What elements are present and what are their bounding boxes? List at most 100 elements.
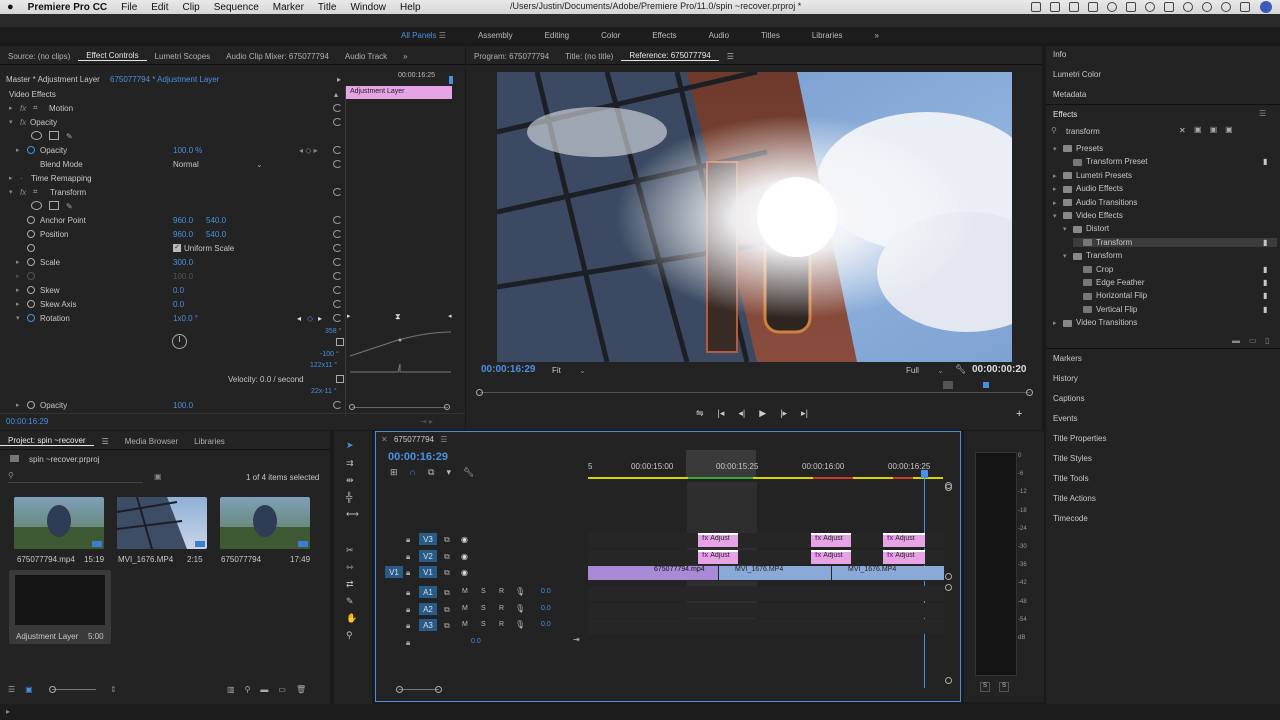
adjustment-layer-clip[interactable]: fx Adjust <box>883 550 925 564</box>
effects-tree-item[interactable]: Vertical Flip <box>1073 305 1137 314</box>
out-handle[interactable] <box>1026 389 1033 396</box>
prev-keyframe-icon[interactable]: ◂ <box>297 314 301 323</box>
timeline-tab[interactable]: ✕ 675077794 ☰ <box>381 435 447 444</box>
panel-menu-icon[interactable]: ☰ <box>1259 109 1266 118</box>
clear-search-icon[interactable]: ✕ <box>1179 126 1186 135</box>
adjustment-layer-clip[interactable]: fx Adjust <box>698 550 738 564</box>
camera-icon[interactable] <box>1031 2 1041 12</box>
disclosure-icon[interactable]: ▸ <box>1053 199 1063 207</box>
eye-icon[interactable]: ◉ <box>461 535 468 544</box>
effects-tree-item[interactable]: ▾ Transform <box>1063 251 1122 260</box>
effects-search-input[interactable]: transform <box>1066 127 1100 136</box>
effects-tree-item[interactable]: Transform Preset <box>1063 157 1148 166</box>
hscroll-handle[interactable] <box>435 686 442 693</box>
adjustment-layer-clip[interactable]: fx Adjust <box>811 550 851 564</box>
menu-edit[interactable]: Edit <box>144 2 175 13</box>
slip-tool-icon[interactable]: ⇿ <box>346 562 356 572</box>
rectangle-mask-icon[interactable] <box>49 131 59 140</box>
tab-libraries[interactable]: Libraries <box>186 437 233 446</box>
scale-row[interactable]: ▸ Scale 300.0 <box>0 255 345 269</box>
zoom-tool-icon[interactable]: ⚲ <box>346 630 356 640</box>
track-volume[interactable]: 0.0 <box>541 621 551 628</box>
vscroll-handle[interactable] <box>945 573 952 580</box>
lock-icon[interactable]: 🔒︎ <box>406 621 410 631</box>
icon-view-icon[interactable]: ▣ <box>25 685 33 694</box>
disclosure-open-icon[interactable]: ▾ <box>9 188 13 196</box>
effects-tree-item[interactable]: ▾ Distort <box>1063 224 1109 233</box>
tab-media-browser[interactable]: Media Browser <box>117 437 186 446</box>
linked-selection-icon[interactable]: ⧉ <box>428 467 434 478</box>
nest-icon[interactable]: ⊞ <box>390 467 398 478</box>
step-forward-icon[interactable]: |▸ <box>780 408 787 419</box>
menu-help[interactable]: Help <box>393 2 428 13</box>
video-clip-675077794[interactable]: 675077794.mp4 <box>588 566 718 580</box>
panel-menu-icon[interactable]: ☰ <box>94 437 117 446</box>
workspace-libraries[interactable]: Libraries <box>796 31 859 40</box>
workspace-color[interactable]: Color <box>585 31 636 40</box>
effects-tree-item[interactable]: ▾ Video Effects <box>1053 211 1123 220</box>
reset-icon[interactable] <box>333 188 342 196</box>
effects-tree-item[interactable]: ▸ Audio Transitions <box>1053 198 1137 207</box>
reset-icon[interactable] <box>333 258 342 266</box>
pen-mask-icon[interactable]: ✎ <box>66 202 73 211</box>
vscroll-handle[interactable] <box>945 584 952 591</box>
resolution-select[interactable]: Full ⌄ <box>906 366 944 375</box>
menu-title[interactable]: Title <box>311 2 344 13</box>
sync-lock-icon[interactable]: ⧉ <box>444 621 450 631</box>
track-target-V2[interactable]: V2 <box>419 550 437 562</box>
disclosure-open-icon[interactable]: ▾ <box>1053 145 1063 153</box>
opacity-value[interactable]: 100.0 % <box>173 146 202 155</box>
track-lane[interactable] <box>588 586 944 601</box>
pen-mask-icon[interactable]: ✎ <box>66 132 73 141</box>
panel-tab-timecode[interactable]: Timecode <box>1053 514 1088 523</box>
rate-stretch-tool-icon[interactable]: ⟷ <box>346 509 359 519</box>
stopwatch-icon[interactable] <box>27 286 35 294</box>
reset-icon[interactable] <box>333 300 342 308</box>
keyframe-nav-icon[interactable]: ◂ ◇ ▸ <box>299 146 318 155</box>
effect-controls-timecode[interactable]: 00:00:16:29 <box>6 417 48 426</box>
snap-icon[interactable]: ∩ <box>410 467 416 478</box>
find-icon[interactable]: ⚲ <box>245 685 251 694</box>
effects-tree-item[interactable]: ▸ Lumetri Presets <box>1053 171 1132 180</box>
skew-axis-row[interactable]: ▸ Skew Axis 0.0 <box>0 297 345 311</box>
accelerated-effects-icon[interactable]: ▣ <box>1194 125 1202 134</box>
track-volume[interactable]: 0.0 <box>541 588 551 595</box>
solo-button[interactable]: S <box>481 588 486 595</box>
new-item-icon[interactable]: ▭ <box>278 685 286 694</box>
slider-handle[interactable] <box>49 686 56 693</box>
lock-icon[interactable]: 🔒︎ <box>406 638 410 648</box>
transform-row[interactable]: ▾ fx ⌗ Transform <box>0 185 345 199</box>
sync-lock-icon[interactable]: ⧉ <box>444 552 450 562</box>
track-target-V1[interactable]: V1 <box>419 566 437 578</box>
selection-tool-icon[interactable]: ➤ <box>346 440 356 450</box>
tab-effect-controls[interactable]: Effect Controls <box>78 51 147 61</box>
uniform-scale-checkbox[interactable]: ✓ <box>173 244 181 252</box>
fx-icon[interactable]: fx <box>20 104 26 113</box>
effects-tree-item[interactable]: Transform <box>1073 237 1277 247</box>
thumbnail-size-slider[interactable] <box>52 689 96 690</box>
user-icon[interactable] <box>1202 2 1212 12</box>
menu-file[interactable]: File <box>114 2 144 13</box>
video-clip-mvi-1676[interactable]: MVI_1676.MP4 <box>719 566 831 580</box>
mute-button[interactable]: M <box>462 588 468 595</box>
ellipse-mask-icon[interactable] <box>31 131 42 140</box>
track-target-V3[interactable]: V3 <box>419 533 437 545</box>
workspace-all-panels[interactable]: All Panels <box>385 31 462 40</box>
rotation-value[interactable]: 1x0.0 ° <box>173 314 198 323</box>
mini-zoom-bar[interactable] <box>352 407 448 408</box>
mute-button[interactable]: M <box>462 605 468 612</box>
position-row[interactable]: Position 960.0 540.0 <box>0 227 345 241</box>
scale-value[interactable]: 300.0 <box>173 258 193 267</box>
effects-search-field[interactable]: ⚲ transform ✕ <box>1051 126 1187 138</box>
opacity-value[interactable]: 100.0 <box>173 401 193 410</box>
program-playhead[interactable] <box>983 382 989 388</box>
video-clip-mvi-1676[interactable]: MVI_1676.MP4 <box>832 566 944 580</box>
reset-icon[interactable] <box>333 216 342 224</box>
metadata-panel-tab[interactable]: Metadata <box>1053 90 1086 99</box>
tab-audio-clip-mixer[interactable]: Audio Clip Mixer: 675077794 <box>218 52 337 61</box>
stopwatch-icon[interactable] <box>27 216 35 224</box>
apple-icon[interactable]: ● <box>0 1 21 13</box>
info-panel-tab[interactable]: Info <box>1053 50 1066 59</box>
sort-icon[interactable]: ⇕ <box>110 685 117 694</box>
panel-tab-title-properties[interactable]: Title Properties <box>1053 434 1107 443</box>
